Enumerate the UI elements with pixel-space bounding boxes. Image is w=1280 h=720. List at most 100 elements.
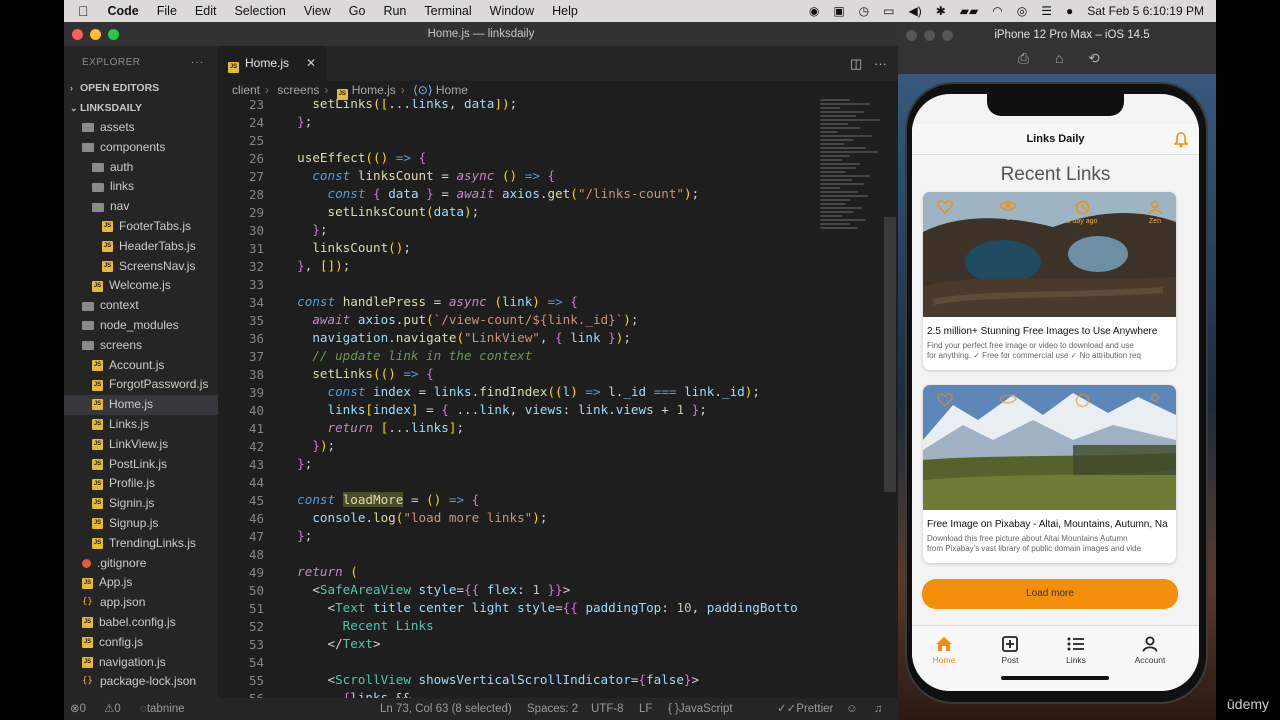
- menu-view[interactable]: View: [295, 4, 340, 18]
- rotate-icon[interactable]: ⟲: [1088, 50, 1100, 67]
- code-line[interactable]: };: [282, 114, 798, 132]
- more-actions-icon[interactable]: ···: [874, 46, 887, 81]
- code-line[interactable]: });: [282, 438, 798, 456]
- breadcrumb-screens[interactable]: screens: [277, 83, 319, 97]
- menu-go[interactable]: Go: [340, 4, 375, 18]
- code-line[interactable]: Recent Links: [282, 618, 798, 636]
- open-editors-section[interactable]: › OPEN EDITORS: [64, 78, 218, 98]
- record-icon[interactable]: ◉: [809, 4, 819, 18]
- tabnine-status[interactable]: ◌ tabnine: [140, 698, 185, 720]
- minimap[interactable]: [820, 99, 886, 249]
- split-editor-icon[interactable]: ◫: [850, 46, 862, 81]
- tree-item[interactable]: JS ScreensNav.js: [64, 257, 218, 277]
- menu-app-name[interactable]: Code: [99, 4, 148, 18]
- tree-item[interactable]: {} app.json: [64, 593, 218, 613]
- time-stat[interactable]: [1062, 393, 1102, 411]
- code-line[interactable]: const index = links.findIndex((l) => l._…: [282, 384, 798, 402]
- views-stat[interactable]: [988, 393, 1028, 408]
- zoom-window-button[interactable]: [108, 29, 119, 40]
- tree-item[interactable]: JS Signin.js: [64, 494, 218, 514]
- tree-item[interactable]: JS TrendingLinks.js: [64, 534, 218, 554]
- code-line[interactable]: <Text title center light style={{ paddin…: [282, 600, 797, 618]
- code-line[interactable]: const loadMore = () => {: [282, 492, 798, 510]
- tree-item[interactable]: nav: [64, 197, 218, 217]
- more-actions-icon[interactable]: ···: [191, 46, 204, 80]
- author-stat[interactable]: Zen: [1135, 200, 1175, 225]
- close-window-button[interactable]: [72, 29, 83, 40]
- end-of-line[interactable]: LF: [639, 698, 652, 720]
- time-stat[interactable]: a day ago: [1062, 200, 1102, 225]
- code-line[interactable]: [282, 474, 798, 492]
- control-center-icon[interactable]: ☰: [1041, 4, 1052, 18]
- code-line[interactable]: return (: [282, 564, 798, 582]
- code-line[interactable]: useEffect(() => {: [282, 150, 798, 168]
- breadcrumb-symbol[interactable]: Home: [436, 83, 468, 97]
- code-line[interactable]: return [...links];: [282, 420, 798, 438]
- tree-item[interactable]: JS Links.js: [64, 415, 218, 435]
- tree-item[interactable]: {} package-lock.json: [64, 672, 218, 692]
- like-stat[interactable]: 0: [925, 200, 965, 224]
- bell-icon[interactable]: [1174, 132, 1188, 148]
- tree-item[interactable]: assets: [64, 118, 218, 138]
- tab-home-js[interactable]: JS Home.js ✕: [218, 46, 326, 81]
- menubar-clock[interactable]: Sat Feb 5 6:10:19 PM: [1087, 4, 1204, 18]
- battery-icon[interactable]: ▰▰: [960, 4, 978, 18]
- editor-scrollbar[interactable]: [884, 217, 896, 492]
- feedback-icon[interactable]: ☺: [846, 698, 858, 720]
- screen-icon[interactable]: ▣: [833, 4, 844, 18]
- tree-item[interactable]: .gitignore: [64, 554, 218, 574]
- tree-item[interactable]: JS babel.config.js: [64, 613, 218, 633]
- volume-icon[interactable]: ◀): [909, 4, 922, 18]
- user-icon[interactable]: ◎: [1017, 4, 1027, 18]
- load-more-button[interactable]: Load more: [922, 579, 1178, 609]
- breadcrumb-client[interactable]: client: [232, 83, 260, 97]
- tree-item[interactable]: screens: [64, 336, 218, 356]
- code-line[interactable]: const { data } = await axios.get("/links…: [282, 186, 798, 204]
- menu-selection[interactable]: Selection: [225, 4, 294, 18]
- code-line[interactable]: setLinksCount(data);: [282, 204, 798, 222]
- code-line[interactable]: [282, 546, 798, 564]
- tree-item[interactable]: JS config.js: [64, 633, 218, 653]
- tab-home[interactable]: Home: [914, 636, 974, 665]
- tree-item[interactable]: JS FooterTabs.js: [64, 217, 218, 237]
- display-icon[interactable]: ▭: [883, 4, 894, 18]
- tree-item[interactable]: JS Profile.js: [64, 474, 218, 494]
- tree-item[interactable]: links: [64, 177, 218, 197]
- siri-icon[interactable]: ●: [1066, 4, 1073, 18]
- tab-post[interactable]: Post: [980, 636, 1040, 665]
- code-line[interactable]: setLinks(() => {: [282, 366, 798, 384]
- code-line[interactable]: // update link in the context: [282, 348, 798, 366]
- tree-item[interactable]: node_modules: [64, 316, 218, 336]
- wifi-icon[interactable]: ◠: [992, 4, 1002, 18]
- code-line[interactable]: setLinks([...links, data]);: [282, 99, 798, 114]
- tree-item[interactable]: JS App.js: [64, 573, 218, 593]
- code-line[interactable]: [282, 276, 798, 294]
- prettier-status[interactable]: ✓✓ Prettier: [777, 698, 833, 720]
- tree-item[interactable]: JS PostLink.js: [64, 455, 218, 475]
- tree-item[interactable]: JS Home.js: [64, 395, 218, 415]
- close-tab-icon[interactable]: ✕: [306, 46, 316, 81]
- time-machine-icon[interactable]: ◷: [859, 4, 869, 18]
- breadcrumb-file[interactable]: Home.js: [352, 83, 396, 97]
- menu-run[interactable]: Run: [374, 4, 415, 18]
- author-stat[interactable]: [1135, 393, 1175, 411]
- tree-item[interactable]: context: [64, 296, 218, 316]
- minimize-window-button[interactable]: [90, 29, 101, 40]
- code-line[interactable]: console.log("load more links");: [282, 510, 798, 528]
- project-section[interactable]: ⌄ LINKSDAILY: [64, 98, 218, 118]
- code-line[interactable]: [282, 132, 798, 150]
- encoding[interactable]: UTF-8: [591, 698, 624, 720]
- tree-item[interactable]: JS LinkView.js: [64, 435, 218, 455]
- menu-window[interactable]: Window: [481, 4, 543, 18]
- tree-item[interactable]: JS ForgotPassword.js: [64, 375, 218, 395]
- views-stat[interactable]: 1: [988, 200, 1028, 222]
- apple-icon[interactable]: : [64, 3, 99, 19]
- tab-links[interactable]: Links: [1046, 636, 1106, 665]
- menu-file[interactable]: File: [148, 4, 186, 18]
- tab-account[interactable]: Account: [1120, 636, 1180, 665]
- menu-terminal[interactable]: Terminal: [415, 4, 480, 18]
- tree-item[interactable]: JS Welcome.js: [64, 276, 218, 296]
- code-line[interactable]: };: [282, 222, 798, 240]
- tree-item[interactable]: components: [64, 138, 218, 158]
- tree-item[interactable]: JS HeaderTabs.js: [64, 237, 218, 257]
